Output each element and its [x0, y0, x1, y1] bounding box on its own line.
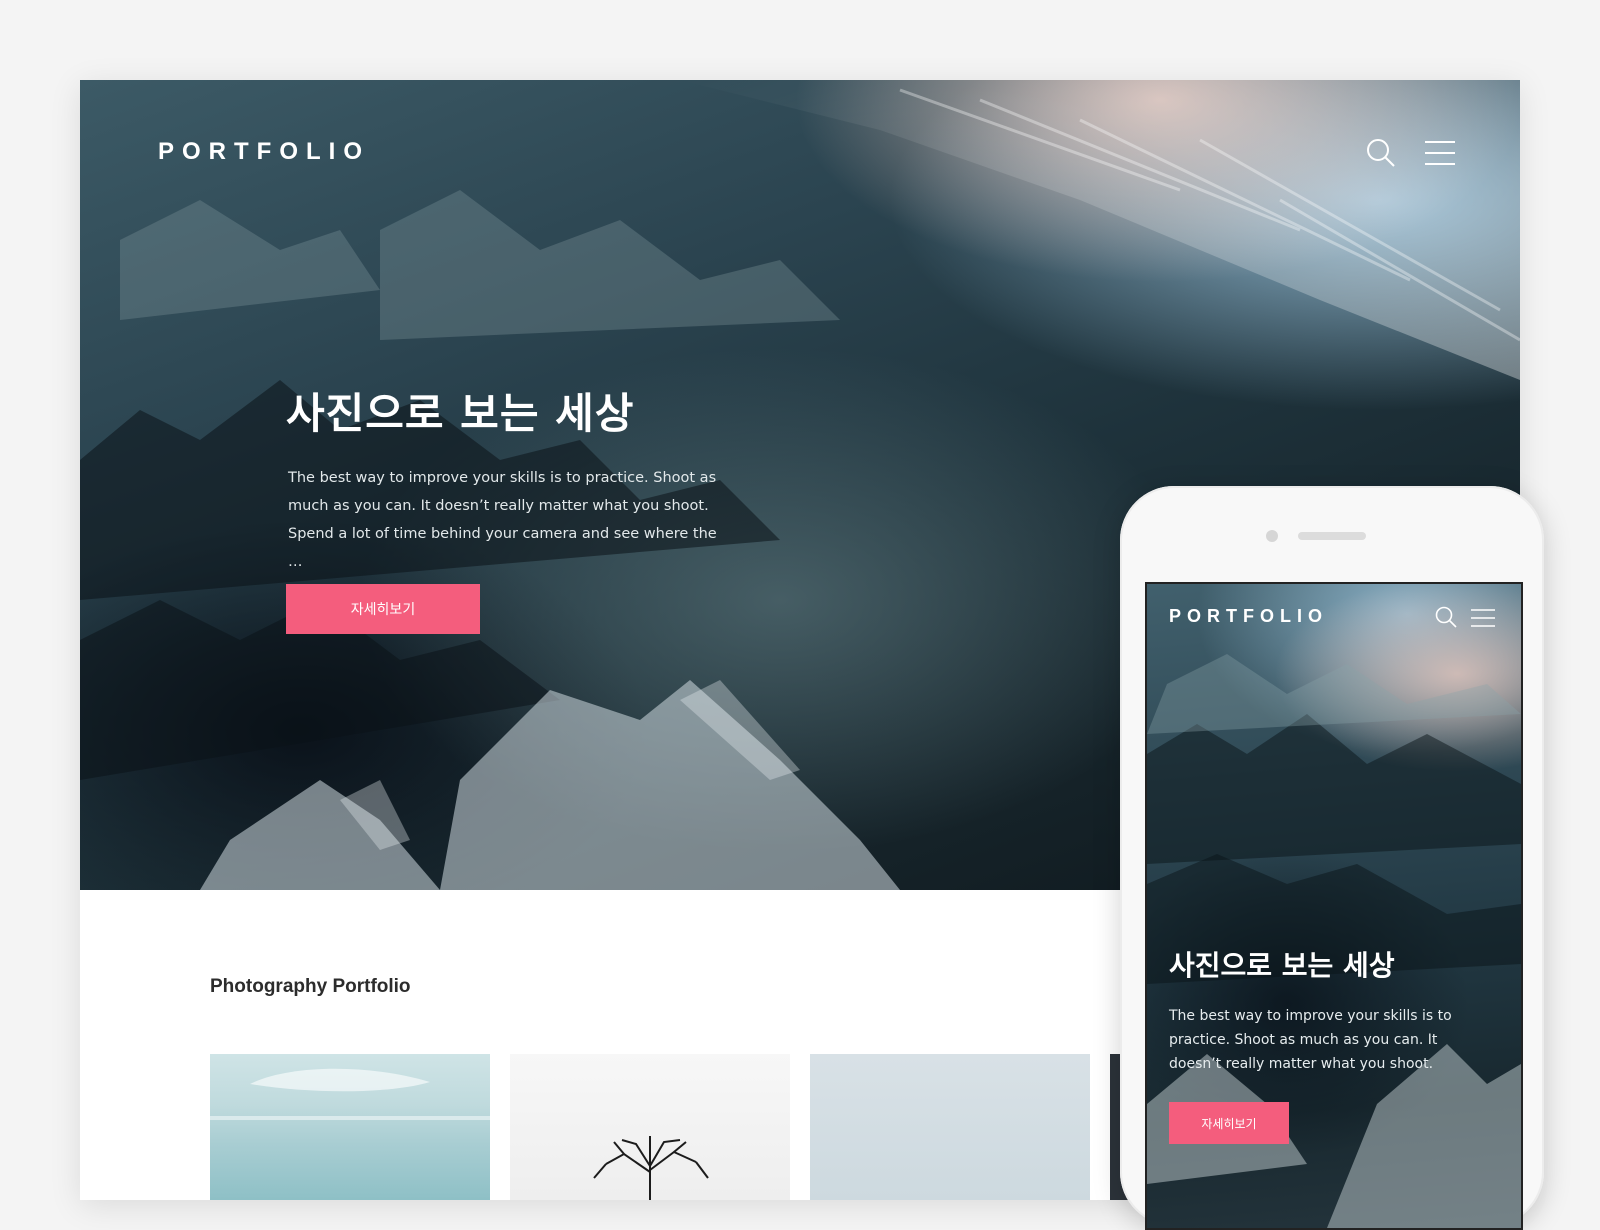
hero-title: 사진으로 보는 세상 [286, 389, 635, 438]
phone-screen: PORTFOLIO 사진으로 보는 세상 The best way to imp… [1145, 582, 1523, 1230]
phone-camera [1266, 530, 1278, 542]
mobile-hero-title: 사진으로 보는 세상 [1169, 949, 1395, 982]
section-title: Photography Portfolio [210, 976, 411, 997]
portfolio-thumbnail-tree[interactable] [510, 1054, 790, 1200]
view-details-button[interactable]: 자세히보기 [286, 584, 480, 634]
sea-photo [210, 1068, 490, 1120]
mobile-site-logo[interactable]: PORTFOLIO [1169, 606, 1328, 627]
phone-speaker [1298, 532, 1366, 540]
hamburger-menu-icon[interactable] [1425, 140, 1455, 166]
portfolio-thumbnail-sea[interactable] [210, 1054, 490, 1200]
hero-description: The best way to improve your skills is t… [288, 470, 717, 570]
phone-mockup: PORTFOLIO 사진으로 보는 세상 The best way to imp… [1120, 486, 1544, 1230]
search-icon[interactable] [1435, 606, 1457, 628]
mobile-hero-description: The best way to improve your skills is t… [1169, 1008, 1452, 1072]
site-logo[interactable]: PORTFOLIO [158, 138, 370, 166]
portfolio-thumbnail-sky[interactable] [810, 1054, 1090, 1200]
tree-photo [593, 1136, 709, 1200]
hamburger-menu-icon[interactable] [1471, 608, 1495, 628]
search-icon[interactable] [1366, 138, 1396, 168]
mobile-view-details-button[interactable]: 자세히보기 [1169, 1102, 1289, 1144]
